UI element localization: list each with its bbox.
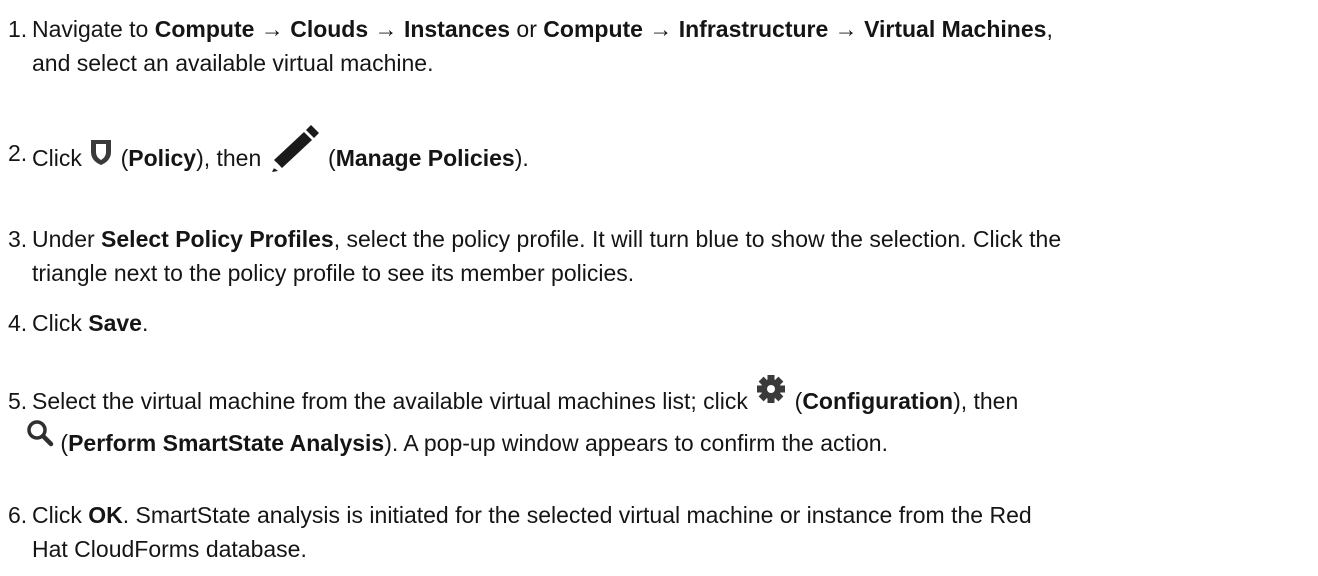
step-text: Navigate to	[32, 16, 155, 42]
step-text: Click	[32, 145, 89, 172]
step-text: and select an available virtual machine.	[32, 50, 434, 76]
step-text: triangle next to the policy profile to s…	[32, 260, 635, 286]
step-text: .	[141, 310, 149, 336]
ok-label: OK	[88, 502, 123, 528]
menu-virtual-machines: Virtual Machines	[864, 16, 1047, 42]
step-3: 3. Under Select Policy Profiles, select …	[0, 222, 1318, 290]
step-6: 6. Click OK. SmartState analysis is init…	[0, 498, 1318, 566]
step-text: ), then	[953, 388, 1019, 414]
step-2: 2. Click (Policy), then (Manage Policies…	[0, 125, 1318, 184]
arrow: →	[828, 16, 865, 42]
select-policy-profiles-label: Select Policy Profiles	[101, 226, 334, 252]
step-number: 4.	[8, 310, 28, 336]
save-label: Save	[88, 310, 142, 336]
arrow: →	[642, 16, 679, 42]
menu-compute: Compute	[543, 16, 643, 42]
step-text: Click	[32, 310, 89, 336]
step-text: Under	[32, 226, 102, 252]
step-text: ). A pop-up window appears to confirm th…	[384, 429, 888, 456]
arrow: →	[254, 16, 291, 42]
step-4: 4. Click Save.	[0, 306, 1318, 340]
step-5: 5. Select the virtual machine from the a…	[0, 374, 1318, 462]
step-text: , select the policy profile. It will tur…	[333, 226, 1062, 252]
step-text: or	[510, 16, 544, 42]
perform-smartstate-analysis-label: Perform SmartState Analysis	[68, 429, 385, 456]
step-text: Click	[32, 502, 89, 528]
step-text: . SmartState analysis is initiated for t…	[122, 502, 1032, 528]
menu-compute: Compute	[154, 16, 255, 42]
arrow: →	[368, 16, 404, 42]
step-text: ), then	[196, 145, 268, 172]
step-number: 2.	[8, 140, 28, 166]
step-text: (	[114, 145, 129, 172]
step-number: 3.	[8, 226, 28, 252]
step-text: ).	[514, 145, 529, 172]
step-number: 6.	[8, 502, 28, 528]
step-number: 1.	[8, 16, 28, 42]
menu-instances: Instances	[403, 16, 511, 42]
menu-clouds: Clouds	[290, 16, 369, 42]
manage-policies-label: Manage Policies	[335, 145, 515, 172]
step-text: Select the virtual machine from the avai…	[32, 388, 755, 414]
search-icon	[26, 419, 54, 447]
shield-icon	[88, 137, 115, 167]
step-1: 1. Navigate to Compute → Clouds → Instan…	[0, 12, 1318, 80]
step-number: 5.	[8, 388, 28, 414]
step-text: (	[54, 429, 69, 456]
step-text: (	[321, 145, 336, 172]
step-text: (	[788, 388, 803, 414]
policy-label: Policy	[128, 145, 197, 172]
configuration-label: Configuration	[802, 388, 954, 414]
step-text: Hat CloudForms database.	[32, 536, 307, 562]
step-text: ,	[1046, 16, 1053, 42]
pencil-icon	[268, 124, 322, 172]
menu-infrastructure: Infrastructure	[678, 16, 829, 42]
gear-icon	[754, 372, 788, 406]
